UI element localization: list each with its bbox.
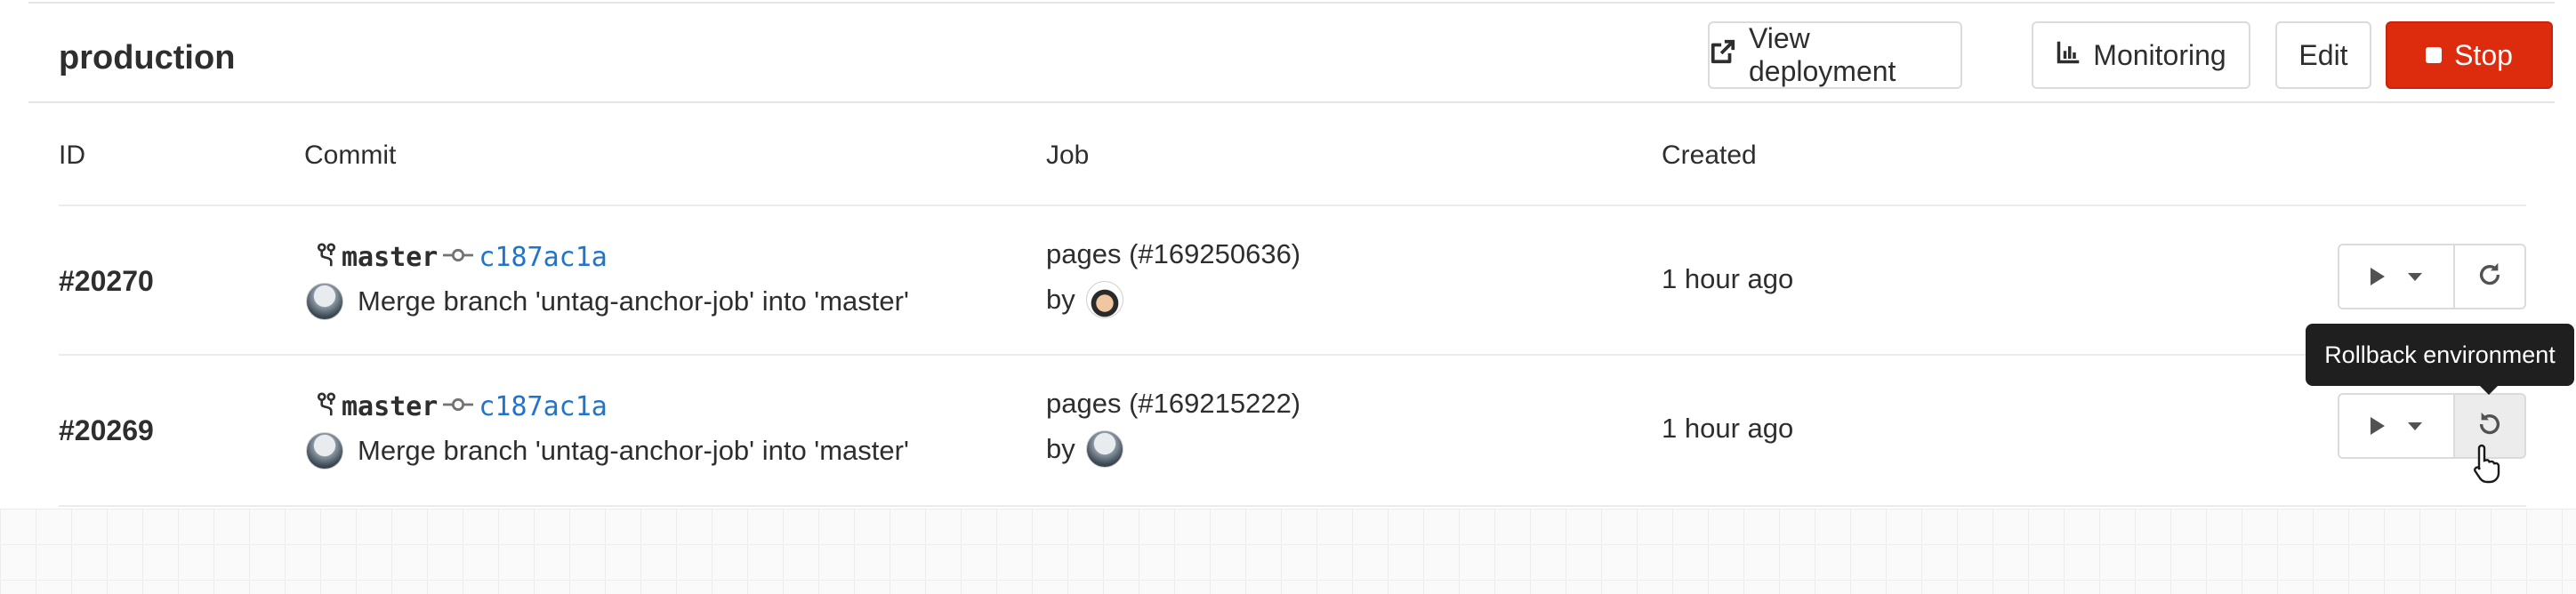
created-time: 1 hour ago (1662, 263, 1794, 294)
row-divider (59, 505, 2526, 507)
commit-icon (443, 246, 474, 269)
avatar[interactable] (1085, 281, 1123, 318)
redeploy-button[interactable] (2455, 244, 2526, 309)
edit-label: Edit (2298, 38, 2348, 71)
hand-cursor-icon (2473, 443, 2503, 488)
stop-button[interactable]: Stop (2386, 21, 2553, 89)
avatar[interactable] (306, 432, 343, 470)
branch-name-link[interactable]: master (342, 391, 438, 422)
retry-icon (2476, 261, 2503, 293)
external-link-icon (1710, 38, 1736, 72)
by-label: by (1046, 433, 1075, 464)
avatar[interactable] (1085, 430, 1123, 468)
job-link[interactable]: pages (#169250636) (1046, 238, 1300, 270)
created-time: 1 hour ago (1662, 413, 1794, 444)
commit-ref: master c187ac1a (317, 242, 608, 273)
commit-ref: master c187ac1a (317, 391, 608, 422)
by-label: by (1046, 284, 1075, 315)
commit-title-line: Merge branch 'untag-anchor-job' into 'ma… (306, 432, 909, 470)
deployment-id: #20269 (59, 414, 154, 446)
manual-actions-dropdown[interactable] (2338, 393, 2455, 459)
monitoring-button[interactable]: Monitoring (2032, 21, 2250, 89)
chart-icon (2056, 39, 2081, 72)
view-deployment-label: View deployment (1749, 22, 1896, 87)
column-header-id: ID (59, 140, 85, 170)
view-deployment-button[interactable]: View deployment (1708, 21, 1962, 89)
commit-title-link[interactable]: Merge branch 'untag-anchor-job' into 'ma… (358, 435, 909, 467)
column-header-job: Job (1046, 140, 1090, 170)
table-row: #20269 master c187ac1a Merge branch 'unt… (0, 356, 2576, 505)
rollback-tooltip: Rollback environment (2306, 324, 2574, 386)
job-triggerer: by (1046, 430, 1123, 468)
commit-title-link[interactable]: Merge branch 'untag-anchor-job' into 'ma… (358, 285, 909, 317)
monitoring-label: Monitoring (2093, 38, 2226, 71)
commit-sha-link[interactable]: c187ac1a (479, 391, 608, 422)
manual-actions-dropdown[interactable] (2338, 244, 2455, 309)
commit-icon (443, 396, 474, 418)
chevron-down-icon (2408, 421, 2422, 430)
branch-icon (317, 243, 336, 272)
rollback-icon (2476, 411, 2503, 442)
environment-header: production View deployment Monitoring Ed… (28, 4, 2555, 103)
edit-button[interactable]: Edit (2275, 21, 2371, 89)
commit-sha-link[interactable]: c187ac1a (479, 242, 608, 273)
job-triggerer: by (1046, 281, 1123, 318)
environment-title: production (59, 39, 236, 76)
page-background-grid (0, 509, 2576, 594)
deployment-id: #20270 (59, 265, 154, 297)
job-link[interactable]: pages (#169215222) (1046, 388, 1300, 420)
play-icon (2371, 417, 2385, 435)
row-actions (2338, 244, 2526, 309)
stop-icon (2426, 47, 2443, 63)
branch-name-link[interactable]: master (342, 242, 438, 273)
avatar[interactable] (306, 283, 343, 320)
column-header-created: Created (1662, 140, 1757, 170)
commit-title-line: Merge branch 'untag-anchor-job' into 'ma… (306, 283, 909, 320)
chevron-down-icon (2408, 272, 2422, 281)
stop-label: Stop (2454, 38, 2513, 71)
branch-icon (317, 392, 336, 421)
play-icon (2371, 268, 2385, 285)
column-header-commit: Commit (304, 140, 397, 170)
table-row: #20270 master c187ac1a Merge branch 'unt… (0, 206, 2576, 356)
tooltip-arrow (2478, 384, 2500, 395)
